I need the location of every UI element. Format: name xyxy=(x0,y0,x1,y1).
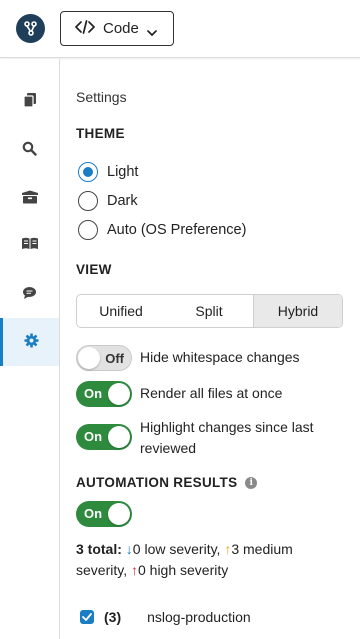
search-icon xyxy=(22,141,37,159)
automation-results-toggle[interactable]: On xyxy=(76,501,132,527)
sidebar-item-search[interactable] xyxy=(0,126,59,174)
toggle-label: Highlight changes since last reviewed xyxy=(140,419,314,456)
theme-option-light[interactable]: Light xyxy=(78,162,138,182)
sidebar-item-packages[interactable] xyxy=(0,174,59,222)
sidebar-item-settings[interactable] xyxy=(0,318,59,366)
sidebar xyxy=(0,59,60,639)
toggle-label: Render all files at once xyxy=(140,385,283,401)
highlight-changes-toggle[interactable]: On xyxy=(76,424,132,450)
hide-whitespace-toggle[interactable]: Off xyxy=(76,345,132,371)
code-brackets-icon xyxy=(75,19,95,38)
automation-heading-row: AUTOMATION RESULTS i xyxy=(76,475,258,490)
automation-heading: AUTOMATION RESULTS xyxy=(76,475,238,490)
toggle-row-highlight-changes: On Highlight changes since last reviewed xyxy=(76,419,346,459)
toggle-row-automation: On xyxy=(76,501,132,527)
high-severity-count: 0 high severity xyxy=(137,562,229,578)
gear-icon xyxy=(23,333,39,351)
low-severity-count: 0 low severity, xyxy=(132,541,221,557)
code-button-label: Code xyxy=(103,20,139,37)
list-item[interactable]: (3) nslog-production xyxy=(80,609,251,625)
info-icon[interactable]: i xyxy=(245,476,258,489)
git-branch-icon[interactable] xyxy=(16,14,45,43)
total-label: 3 total: xyxy=(76,541,122,557)
view-option-unified[interactable]: Unified xyxy=(77,295,165,327)
radio-button[interactable] xyxy=(78,220,98,240)
toggle-row-render-all: On Render all files at once xyxy=(76,381,282,407)
radio-label: Light xyxy=(107,164,139,180)
sidebar-item-docs[interactable] xyxy=(0,221,59,269)
radio-button[interactable] xyxy=(78,191,98,211)
toggle-state: On xyxy=(84,386,103,401)
render-all-files-toggle[interactable]: On xyxy=(76,381,132,407)
result-checkbox[interactable] xyxy=(80,610,94,624)
book-icon xyxy=(21,237,39,253)
view-option-split[interactable]: Split xyxy=(165,295,253,327)
toggle-row-hide-whitespace: Off Hide whitespace changes xyxy=(76,345,300,371)
chevron-down-icon xyxy=(147,24,157,41)
theme-heading: THEME xyxy=(76,126,125,141)
view-heading: VIEW xyxy=(76,262,112,277)
copy-icon xyxy=(22,92,38,111)
toggle-state: On xyxy=(84,506,103,521)
radio-button[interactable] xyxy=(78,162,98,182)
code-dropdown-button[interactable]: Code xyxy=(60,11,174,46)
theme-option-auto[interactable]: Auto (OS Preference) xyxy=(78,220,246,240)
page-title: Settings xyxy=(76,89,127,105)
radio-label: Auto (OS Preference) xyxy=(107,222,247,238)
top-bar: Code xyxy=(0,0,360,58)
automation-summary: 3 total: ↓0 low severity, ↑3 medium seve… xyxy=(76,539,336,581)
theme-option-dark[interactable]: Dark xyxy=(78,191,138,211)
arrow-up-icon: ↑ xyxy=(130,562,138,578)
radio-label: Dark xyxy=(107,193,138,209)
result-count: (3) xyxy=(104,609,122,625)
view-segmented-control: Unified Split Hybrid xyxy=(76,294,343,328)
arrow-down-icon: ↓ xyxy=(125,541,133,557)
toggle-state: On xyxy=(84,429,103,444)
box-icon xyxy=(21,190,39,207)
chat-icon xyxy=(22,286,37,303)
toggle-state: Off xyxy=(105,351,124,366)
result-name: nslog-production xyxy=(147,609,251,625)
sidebar-item-comments[interactable] xyxy=(0,270,59,318)
sidebar-item-files[interactable] xyxy=(0,77,59,125)
view-option-hybrid[interactable]: Hybrid xyxy=(253,295,342,327)
toggle-label: Hide whitespace changes xyxy=(140,349,300,365)
